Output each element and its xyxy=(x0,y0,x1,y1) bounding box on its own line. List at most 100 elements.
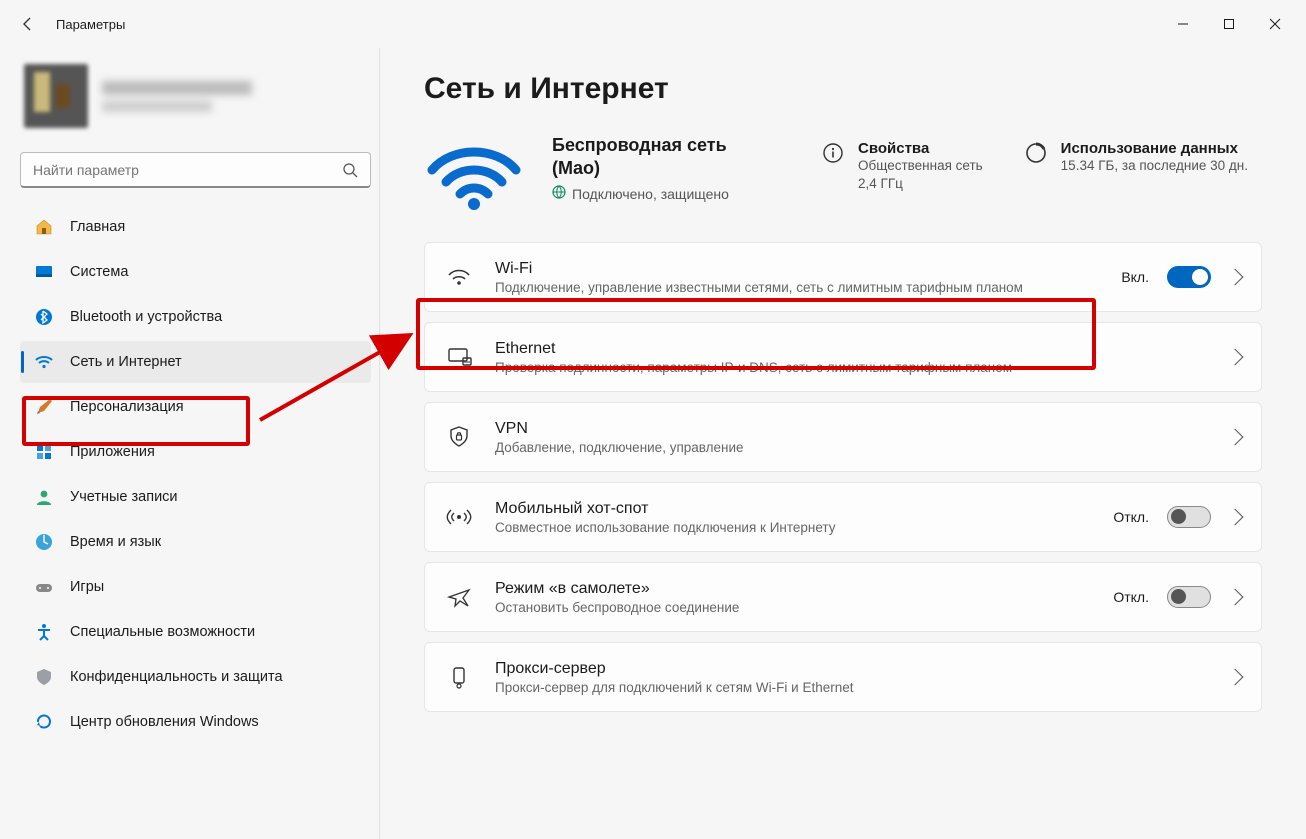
globe-icon xyxy=(552,185,566,202)
properties-title: Свойства xyxy=(858,140,983,157)
nav-apps[interactable]: Приложения xyxy=(20,431,371,473)
connection-info[interactable]: Беспроводная сеть (Mao) Подключено, защищ… xyxy=(552,134,792,202)
nav-time[interactable]: Время и язык xyxy=(20,521,371,563)
titlebar: Параметры xyxy=(0,0,1306,48)
card-title: Wi-Fi xyxy=(495,260,1099,278)
card-desc: Совместное использование подключения к И… xyxy=(495,520,1091,535)
hotspot-toggle[interactable] xyxy=(1167,506,1211,528)
nav-bluetooth[interactable]: Bluetooth и устройства xyxy=(20,296,371,338)
properties-block[interactable]: Свойства Общественная сеть 2,4 ГГц xyxy=(820,134,983,193)
sidebar: Главная Система Bluetooth и устройства С… xyxy=(0,48,380,839)
airplane-icon xyxy=(445,583,473,611)
card-airplane[interactable]: Режим «в самолете» Остановить беспроводн… xyxy=(424,562,1262,632)
avatar xyxy=(24,64,88,128)
connection-status-row: Беспроводная сеть (Mao) Подключено, защищ… xyxy=(424,134,1262,214)
wifi-icon xyxy=(445,263,473,291)
card-desc: Остановить беспроводное соединение xyxy=(495,600,1091,615)
data-usage-block[interactable]: Использование данных 15.34 ГБ, за послед… xyxy=(1023,134,1248,175)
search-box[interactable] xyxy=(20,152,371,188)
nav-personalization[interactable]: Персонализация xyxy=(20,386,371,428)
card-title: Мобильный хот-спот xyxy=(495,500,1091,518)
chevron-right-icon xyxy=(1227,669,1244,686)
nav-label: Bluetooth и устройства xyxy=(70,309,222,325)
shield-lock-icon xyxy=(445,423,473,451)
nav-label: Время и язык xyxy=(70,534,161,550)
nav-system[interactable]: Система xyxy=(20,251,371,293)
chart-donut-icon xyxy=(1023,140,1049,166)
data-usage-line1: 15.34 ГБ, за последние 30 дн. xyxy=(1061,157,1248,175)
card-title: VPN xyxy=(495,420,1207,438)
bluetooth-icon xyxy=(34,307,54,327)
chevron-right-icon xyxy=(1227,269,1244,286)
nav-label: Специальные возможности xyxy=(70,624,255,640)
nav-label: Приложения xyxy=(70,444,155,460)
chevron-right-icon xyxy=(1227,429,1244,446)
accessibility-icon xyxy=(34,622,54,642)
card-hotspot[interactable]: Мобильный хот-спот Совместное использова… xyxy=(424,482,1262,552)
nav-update[interactable]: Центр обновления Windows xyxy=(20,701,371,743)
minimize-button[interactable] xyxy=(1160,8,1206,40)
nav-list: Главная Система Bluetooth и устройства С… xyxy=(20,206,371,743)
nav-label: Сеть и Интернет xyxy=(70,354,182,370)
search-icon xyxy=(342,162,358,178)
main-panel: Сеть и Интернет Беспроводная сеть(Mao) П… xyxy=(380,48,1306,839)
chevron-right-icon xyxy=(1227,589,1244,606)
window-title: Параметры xyxy=(56,17,125,32)
nav-label: Система xyxy=(70,264,128,280)
nav-network[interactable]: Сеть и Интернет xyxy=(20,341,371,383)
nav-accessibility[interactable]: Специальные возможности xyxy=(20,611,371,653)
nav-gaming[interactable]: Игры xyxy=(20,566,371,608)
wifi-large-icon xyxy=(424,134,524,214)
card-title: Ethernet xyxy=(495,340,1207,358)
ethernet-icon xyxy=(445,343,473,371)
hotspot-icon xyxy=(445,503,473,531)
card-title: Режим «в самолете» xyxy=(495,580,1091,598)
maximize-button[interactable] xyxy=(1206,8,1252,40)
profile-block[interactable] xyxy=(20,64,371,128)
card-desc: Подключение, управление известными сетям… xyxy=(495,280,1099,295)
properties-line1: Общественная сеть xyxy=(858,157,983,175)
info-icon xyxy=(820,140,846,166)
profile-text xyxy=(102,81,252,112)
clock-globe-icon xyxy=(34,532,54,552)
card-proxy[interactable]: Прокси-сервер Прокси-сервер для подключе… xyxy=(424,642,1262,712)
gamepad-icon xyxy=(34,577,54,597)
wifi-icon xyxy=(34,352,54,372)
nav-home[interactable]: Главная xyxy=(20,206,371,248)
data-usage-title: Использование данных xyxy=(1061,140,1248,157)
hotspot-state-label: Откл. xyxy=(1113,509,1149,525)
card-ethernet[interactable]: Ethernet Проверка подлинности, параметры… xyxy=(424,322,1262,392)
card-desc: Проверка подлинности, параметры IP-и DNS… xyxy=(495,360,1207,375)
wifi-toggle[interactable] xyxy=(1167,266,1211,288)
apps-icon xyxy=(34,442,54,462)
person-icon xyxy=(34,487,54,507)
connection-status: Подключено, защищено xyxy=(572,186,729,202)
properties-line2: 2,4 ГГц xyxy=(858,175,983,193)
back-button[interactable] xyxy=(8,4,48,44)
nav-accounts[interactable]: Учетные записи xyxy=(20,476,371,518)
airplane-state-label: Откл. xyxy=(1113,589,1149,605)
nav-label: Главная xyxy=(70,219,125,235)
nav-label: Центр обновления Windows xyxy=(70,714,259,730)
nav-label: Конфиденциальность и защита xyxy=(70,669,283,685)
connection-heading-2: (Mao) xyxy=(552,158,600,178)
brush-icon xyxy=(34,397,54,417)
close-button[interactable] xyxy=(1252,8,1298,40)
card-desc: Добавление, подключение, управление xyxy=(495,440,1207,455)
nav-label: Игры xyxy=(70,579,104,595)
nav-privacy[interactable]: Конфиденциальность и защита xyxy=(20,656,371,698)
proxy-icon xyxy=(445,663,473,691)
connection-heading-1: Беспроводная сеть xyxy=(552,135,727,155)
card-desc: Прокси-сервер для подключений к сетям Wi… xyxy=(495,680,1207,695)
search-input[interactable] xyxy=(33,162,342,178)
card-vpn[interactable]: VPN Добавление, подключение, управление xyxy=(424,402,1262,472)
card-title: Прокси-сервер xyxy=(495,660,1207,678)
airplane-toggle[interactable] xyxy=(1167,586,1211,608)
card-wifi[interactable]: Wi-Fi Подключение, управление известными… xyxy=(424,242,1262,312)
nav-label: Персонализация xyxy=(70,399,184,415)
system-icon xyxy=(34,262,54,282)
chevron-right-icon xyxy=(1227,509,1244,526)
chevron-right-icon xyxy=(1227,349,1244,366)
update-icon xyxy=(34,712,54,732)
home-icon xyxy=(34,217,54,237)
